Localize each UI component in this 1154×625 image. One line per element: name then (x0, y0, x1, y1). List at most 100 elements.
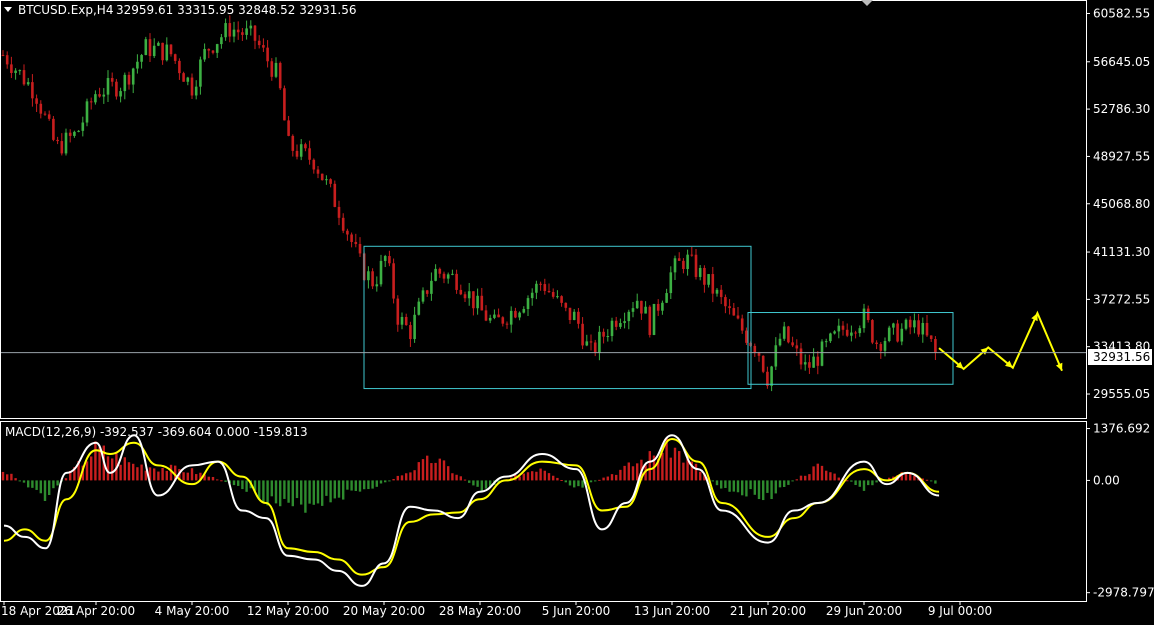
candle-down (753, 345, 757, 353)
histogram-bar-negative (581, 480, 584, 488)
candle-up (299, 144, 303, 157)
histogram-bar-positive (451, 473, 454, 481)
candle-down (551, 292, 555, 297)
candle-down (866, 308, 870, 321)
candle-up (451, 273, 454, 275)
candle-down (337, 206, 341, 218)
candle-down (845, 329, 849, 336)
macd-pane-frame (0, 421, 1087, 602)
histogram-bar-positive (190, 468, 194, 481)
candle-up (698, 267, 702, 277)
candle-down (514, 310, 517, 318)
candle-down (115, 81, 118, 97)
candle-up (715, 289, 719, 294)
histogram-bar-positive (556, 477, 559, 481)
histogram-bar-negative (232, 480, 236, 486)
histogram-bar-positive (207, 476, 210, 481)
histogram-bar-positive (543, 470, 546, 481)
candle-down (740, 318, 744, 331)
histogram-bar-negative (350, 480, 353, 491)
candle-down (253, 25, 257, 41)
histogram-bar-negative (934, 480, 937, 484)
candle-up (556, 296, 559, 298)
candle-down (459, 289, 463, 295)
candle-down (127, 74, 131, 85)
histogram-bar-negative (732, 480, 735, 492)
candle-down (1, 54, 5, 56)
candle-down (350, 234, 353, 242)
macd-main-line (3, 434, 940, 587)
histogram-bar-negative (564, 480, 567, 483)
time-axis-label: 21 Jun 20:00 (730, 604, 806, 618)
histogram-bar-negative (237, 480, 240, 486)
histogram-bar-positive (442, 460, 446, 481)
candle-up (652, 303, 656, 335)
candle-up (64, 132, 68, 154)
candle-down (10, 64, 13, 73)
candle-down (190, 77, 194, 96)
candle-up (157, 42, 160, 46)
candle-down (694, 254, 698, 277)
histogram-bar-positive (804, 475, 807, 481)
candle-down (43, 113, 47, 115)
histogram-bar-positive (615, 474, 618, 481)
histogram-bar-negative (52, 480, 55, 489)
candle-up (325, 179, 328, 181)
histogram-bar-negative (308, 480, 311, 504)
symbol-dropdown-icon[interactable] (4, 7, 12, 12)
histogram-bar-positive (539, 468, 542, 481)
candle-up (152, 45, 156, 57)
candle-down (703, 267, 706, 285)
candle-up (820, 341, 824, 366)
histogram-bar-negative (468, 480, 471, 483)
candle-up (379, 260, 383, 285)
candle-down (98, 94, 101, 97)
histogram-bar-negative (573, 480, 576, 488)
candle-up (245, 28, 248, 35)
histogram-bar-negative (875, 480, 878, 483)
histogram-bar-negative (589, 480, 593, 483)
candle-down (182, 73, 185, 82)
candle-up (522, 309, 526, 313)
chart-canvas[interactable]: 60582.55 56645.05 52786.30 48927.55 45068.80… (0, 0, 1154, 621)
candle-down (736, 315, 740, 319)
candle-up (467, 291, 471, 299)
candle-up (417, 301, 421, 315)
candle-up (488, 317, 492, 321)
candle-down (241, 32, 244, 35)
histogram-bar-positive (909, 473, 912, 481)
histogram-bar-positive (846, 480, 849, 482)
candle-up (858, 328, 862, 334)
histogram-bar-positive (64, 478, 68, 481)
candle-down (60, 141, 64, 154)
candle-down (207, 48, 211, 51)
histogram-bar-negative (304, 480, 307, 513)
candle-up (774, 345, 778, 367)
candle-down (346, 230, 349, 235)
candle-up (673, 258, 677, 273)
histogram-bar-positive (413, 470, 416, 481)
histogram-bar-negative (850, 480, 853, 482)
candle-down (757, 352, 761, 356)
histogram-bar-positive (417, 462, 420, 481)
histogram-bar-negative (745, 480, 748, 497)
histogram-bar-negative (31, 480, 34, 488)
candle-down (31, 82, 34, 99)
candle-down (690, 254, 694, 256)
histogram-bar-negative (274, 480, 278, 504)
candle-down (211, 50, 215, 53)
one-click-trading-toggle-icon[interactable] (861, 0, 873, 6)
candle-down (656, 303, 660, 311)
candle-up (778, 338, 782, 346)
histogram-bar-negative (270, 480, 273, 497)
histogram-bar-negative (39, 480, 42, 494)
candle-up (535, 283, 538, 293)
candle-up (186, 77, 190, 82)
price-axis-label: 37272.55 (1093, 292, 1150, 306)
histogram-bar-positive (438, 458, 441, 481)
histogram-bar-positive (434, 462, 437, 481)
candle-up (913, 320, 916, 328)
histogram-bar-positive (405, 473, 408, 481)
candle-down (110, 78, 114, 82)
histogram-bar-positive (816, 463, 819, 481)
